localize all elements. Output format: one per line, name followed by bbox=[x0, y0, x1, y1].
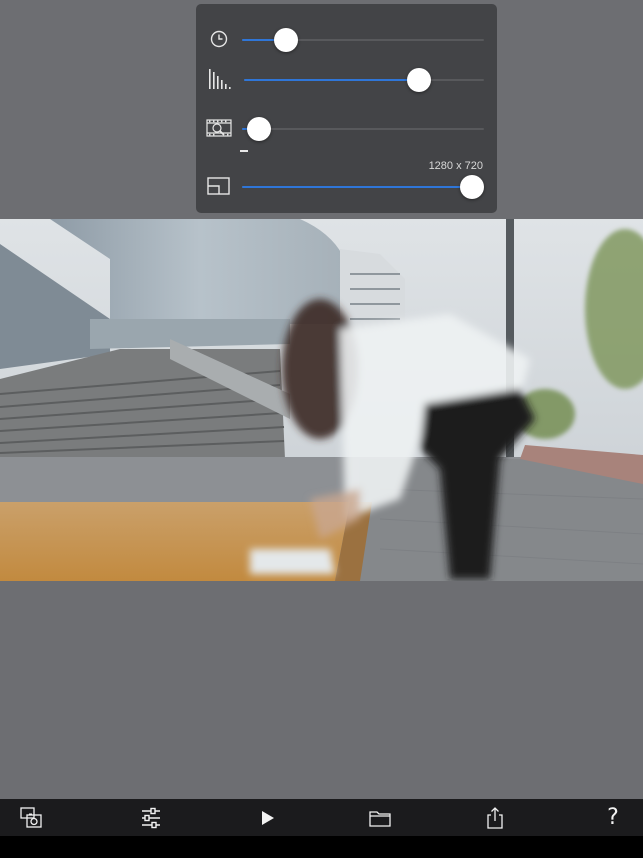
resolution-slider-thumb[interactable] bbox=[459, 175, 484, 199]
frame-setting-row bbox=[196, 107, 497, 152]
resolution-setting-row: 1280 x 720 bbox=[196, 160, 497, 208]
time-slider-thumb[interactable] bbox=[273, 28, 298, 52]
adjustments-button[interactable] bbox=[136, 803, 166, 833]
clock-icon bbox=[206, 27, 232, 51]
quality-slider-fill bbox=[244, 79, 420, 81]
frame-readout-marker bbox=[240, 150, 248, 152]
video-preview[interactable] bbox=[0, 219, 643, 581]
help-button[interactable]: ? bbox=[598, 803, 628, 833]
frame-slider-thumb[interactable] bbox=[246, 117, 271, 141]
time-slider[interactable] bbox=[242, 28, 484, 52]
film-zoom-icon bbox=[206, 117, 232, 141]
folder-icon bbox=[367, 805, 393, 831]
question-icon: ? bbox=[607, 805, 619, 830]
time-setting-row bbox=[196, 17, 497, 61]
bottom-bar bbox=[0, 836, 643, 858]
share-button[interactable] bbox=[480, 803, 510, 833]
gallery-camera-icon bbox=[18, 805, 44, 831]
resolution-value-label: 1280 x 720 bbox=[428, 160, 483, 172]
settings-panel: 1280 x 720 bbox=[196, 4, 497, 213]
resolution-slider-fill bbox=[242, 186, 472, 188]
snapshot-button[interactable] bbox=[16, 803, 46, 833]
video-frame-image bbox=[0, 219, 643, 581]
quality-slider-thumb[interactable] bbox=[407, 68, 432, 92]
open-folder-button[interactable] bbox=[365, 803, 395, 833]
play-icon bbox=[254, 805, 280, 831]
bar-levels-icon bbox=[206, 67, 232, 91]
play-button[interactable] bbox=[252, 803, 282, 833]
quality-slider[interactable] bbox=[244, 68, 484, 92]
quality-setting-row bbox=[196, 57, 497, 101]
frame-slider[interactable] bbox=[242, 117, 484, 141]
share-icon bbox=[482, 805, 508, 831]
resolution-slider[interactable] bbox=[242, 175, 484, 199]
resolution-icon bbox=[206, 174, 232, 198]
sliders-icon bbox=[138, 805, 164, 831]
bottom-toolbar: ? bbox=[0, 799, 643, 836]
